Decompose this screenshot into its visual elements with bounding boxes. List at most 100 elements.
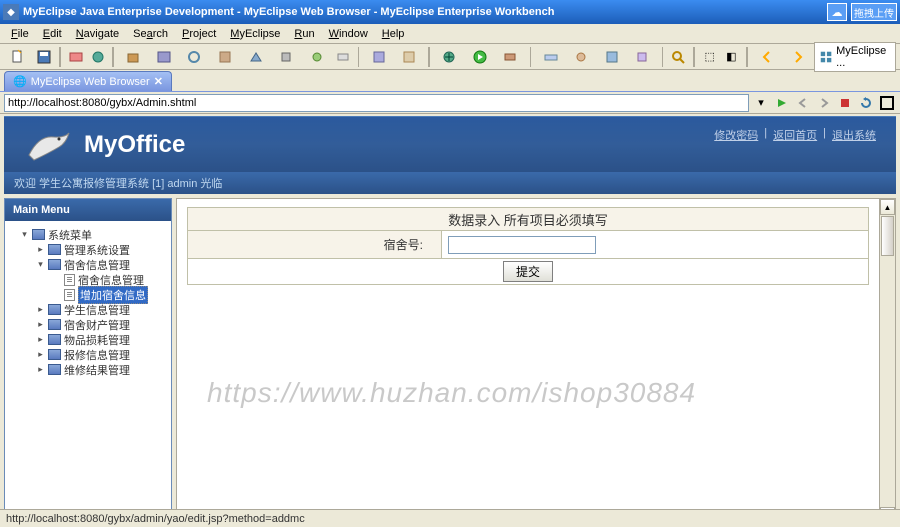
- toolbar-icon[interactable]: ◧: [722, 46, 742, 68]
- toolbar-icon[interactable]: [333, 46, 353, 68]
- window-title: MyEclipse Java Enterprise Development - …: [23, 6, 827, 18]
- scroll-thumb[interactable]: [881, 216, 894, 256]
- dorm-input[interactable]: [448, 236, 596, 254]
- tree-node[interactable]: ▸ 报修信息管理: [9, 347, 167, 362]
- app-header: MyOffice 修改密码| 返回首页| 退出系统: [4, 116, 896, 172]
- tree-label: 系统菜单: [48, 227, 92, 243]
- scroll-up-icon[interactable]: ▲: [880, 199, 895, 215]
- logout-link[interactable]: 退出系统: [832, 127, 876, 143]
- tree-label: 报修信息管理: [64, 347, 130, 363]
- tree-node[interactable]: ▸管理系统设置: [9, 242, 167, 257]
- toolbar-icon[interactable]: [180, 46, 209, 68]
- vertical-scrollbar[interactable]: ▲ ▼: [879, 199, 895, 523]
- window-titlebar: ◆ MyEclipse Java Enterprise Development …: [0, 0, 900, 24]
- folder-icon: [32, 229, 45, 240]
- url-dropdown[interactable]: ▾: [752, 94, 770, 112]
- menu-run[interactable]: Run: [287, 26, 321, 42]
- forward-button[interactable]: [784, 46, 813, 68]
- stop-button[interactable]: [836, 94, 854, 112]
- run-button[interactable]: [466, 46, 495, 68]
- toolbar-icon[interactable]: [88, 46, 108, 68]
- toolbar-icon[interactable]: [567, 46, 596, 68]
- form-submit-row: 提交: [187, 259, 869, 285]
- refresh-button[interactable]: [857, 94, 875, 112]
- welcome-bar: 欢迎 学生公寓报修管理系统 [1] admin 光临: [4, 172, 896, 194]
- debug-button[interactable]: [435, 46, 464, 68]
- expander-icon[interactable]: [51, 274, 62, 285]
- menu-window[interactable]: Window: [322, 26, 375, 42]
- page-icon: [64, 289, 75, 301]
- tree-node[interactable]: ▾ 系统菜单: [9, 227, 167, 242]
- expander-icon[interactable]: ▸: [35, 364, 46, 375]
- toolbar-icon[interactable]: [241, 46, 270, 68]
- tree-node[interactable]: ▸ 维修结果管理: [9, 362, 167, 377]
- maximize-icon[interactable]: [878, 94, 896, 112]
- main-toolbar: ⬚ ◧ MyEclipse ...: [0, 44, 900, 70]
- menu-bar: FFileile Edit Navigate Search Project My…: [0, 24, 900, 44]
- toolbar-icon[interactable]: [66, 46, 86, 68]
- toolbar-icon[interactable]: [302, 46, 331, 68]
- close-icon[interactable]: ✕: [154, 75, 163, 88]
- menu-project[interactable]: Project: [175, 26, 223, 42]
- menu-help[interactable]: Help: [375, 26, 412, 42]
- toolbar-icon[interactable]: [395, 46, 424, 68]
- tree-node[interactable]: 增加宿舍信息: [9, 287, 167, 302]
- toolbar-icon[interactable]: [211, 46, 240, 68]
- toolbar-icon[interactable]: [536, 46, 565, 68]
- tab-browser[interactable]: 🌐 MyEclipse Web Browser ✕: [4, 71, 172, 91]
- editor-tab-bar: 🌐 MyEclipse Web Browser ✕: [0, 70, 900, 92]
- tree-label: 维修结果管理: [64, 362, 130, 378]
- folder-icon: [48, 244, 61, 255]
- menu-myeclipse[interactable]: MyEclipse: [223, 26, 287, 42]
- header-links: 修改密码| 返回首页| 退出系统: [714, 127, 876, 143]
- new-button[interactable]: [4, 46, 33, 68]
- expander-icon[interactable]: ▸: [35, 349, 46, 360]
- cloud-icon[interactable]: ☁: [827, 3, 847, 21]
- toolbar-icon[interactable]: [598, 46, 627, 68]
- url-back-button[interactable]: [794, 94, 812, 112]
- toolbar-icon[interactable]: [150, 46, 179, 68]
- folder-icon: [48, 364, 61, 375]
- toolbar-icon[interactable]: [628, 46, 657, 68]
- sidebar: Main Menu ▾系统菜单▸管理系统设置▾宿舍信息管理宿舍信息管理增加宿舍信…: [4, 198, 172, 524]
- toolbar-icon[interactable]: [272, 46, 301, 68]
- expander-icon[interactable]: ▾: [35, 259, 46, 270]
- form-row-dorm: 宿舍号:: [187, 231, 869, 259]
- save-button[interactable]: [35, 46, 55, 68]
- menu-search[interactable]: Search: [126, 26, 175, 42]
- expander-icon[interactable]: ▸: [35, 334, 46, 345]
- perspective-switcher[interactable]: MyEclipse ...: [814, 42, 896, 72]
- folder-icon: [48, 259, 61, 270]
- url-forward-button[interactable]: [815, 94, 833, 112]
- upload-button[interactable]: 拖拽上传: [851, 3, 897, 21]
- package-button[interactable]: [119, 46, 148, 68]
- tree-node[interactable]: ▾宿舍信息管理: [9, 257, 167, 272]
- menu-navigate[interactable]: Navigate: [69, 26, 126, 42]
- expander-icon[interactable]: ▸: [35, 319, 46, 330]
- home-link[interactable]: 返回首页: [773, 127, 817, 143]
- expander-icon[interactable]: ▾: [19, 229, 30, 240]
- content-area: 数据录入 所有项目必须填写 宿舍号: 提交 https://www.huzhan…: [176, 198, 896, 524]
- tree-node[interactable]: ▸宿舍财产管理: [9, 317, 167, 332]
- dorm-label: 宿舍号:: [188, 231, 442, 258]
- status-text: http://localhost:8080/gybx/admin/yao/edi…: [6, 513, 305, 525]
- expander-icon[interactable]: ▸: [35, 304, 46, 315]
- tree-node[interactable]: ▸ 物品损耗管理: [9, 332, 167, 347]
- tree-label: 物品损耗管理: [64, 332, 130, 348]
- menu-edit[interactable]: Edit: [36, 26, 69, 42]
- tab-title: MyEclipse Web Browser: [31, 76, 150, 88]
- toolbar-icon[interactable]: ⬚: [700, 46, 720, 68]
- url-input[interactable]: [4, 94, 749, 112]
- back-button[interactable]: [753, 46, 782, 68]
- change-password-link[interactable]: 修改密码: [714, 127, 758, 143]
- search-button[interactable]: [668, 46, 688, 68]
- logo-bird-icon: [24, 125, 74, 165]
- expander-icon[interactable]: ▸: [35, 244, 46, 255]
- submit-button[interactable]: 提交: [503, 261, 553, 282]
- tree-node[interactable]: ▸学生信息管理: [9, 302, 167, 317]
- menu-file[interactable]: FFileile: [4, 26, 36, 42]
- go-button[interactable]: [773, 94, 791, 112]
- expander-icon[interactable]: [51, 289, 62, 300]
- toolbar-icon[interactable]: [496, 46, 525, 68]
- toolbar-icon[interactable]: [364, 46, 393, 68]
